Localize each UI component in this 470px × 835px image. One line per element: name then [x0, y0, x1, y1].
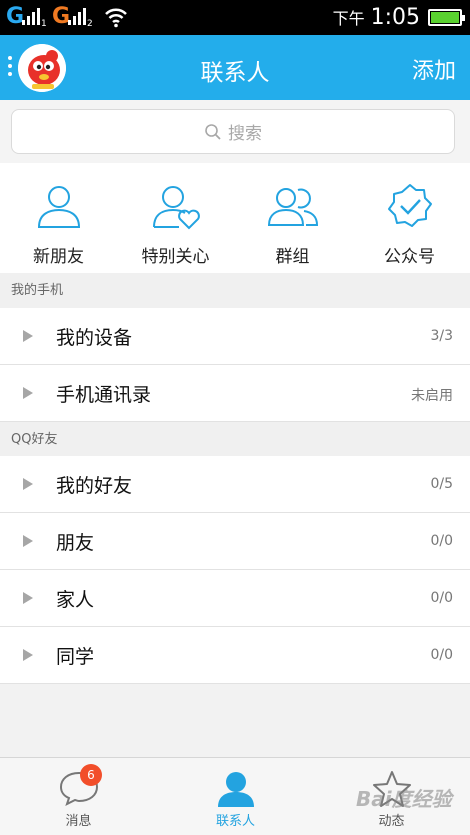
quick-action-official-accounts[interactable]: 公众号 [351, 163, 468, 273]
expand-arrow-icon [23, 387, 33, 399]
list-item-count: 0/5 [430, 476, 453, 492]
list-item-phone-contacts[interactable]: 手机通讯录 未启用 [0, 365, 470, 422]
clock-time: 1:05 [370, 5, 420, 30]
quick-action-label: 公众号 [384, 247, 435, 267]
star-icon [372, 771, 411, 807]
quick-action-label: 新朋友 [33, 247, 84, 267]
search-area: 搜索 [0, 100, 470, 163]
unread-badge: 6 [80, 764, 102, 786]
app-header: 联系人 添加 [0, 35, 470, 100]
person-icon [37, 186, 80, 228]
list-item-classmates[interactable]: 同学 0/0 [0, 627, 470, 684]
wifi-icon [105, 8, 127, 28]
sim-slot-label-1: 1 [41, 19, 47, 29]
list-item-name: 我的设备 [56, 327, 133, 349]
list-item-family[interactable]: 家人 0/0 [0, 570, 470, 627]
signal-strength-icon-1 [22, 8, 40, 25]
sim-slot-label-2: 2 [87, 19, 93, 29]
verified-badge-icon [387, 184, 432, 227]
expand-arrow-icon [23, 592, 33, 604]
bottom-tab-bar: 6 消息 联系人 动态 [0, 757, 470, 835]
list-item-name: 朋友 [56, 532, 95, 554]
group-header-my-phone: 我的手机 [0, 273, 470, 308]
list-item-my-devices[interactable]: 我的设备 3/3 [0, 308, 470, 365]
quick-action-label: 群组 [275, 247, 310, 267]
list-item-count: 0/0 [430, 647, 453, 663]
quick-action-label: 特别关心 [141, 247, 210, 267]
quick-action-new-friends[interactable]: 新朋友 [0, 163, 117, 273]
page-title: 联系人 [200, 60, 270, 86]
battery-icon [428, 9, 465, 26]
list-item-name: 同学 [56, 646, 95, 668]
quick-actions: 新朋友 特别关心 群组 公众号 [0, 163, 470, 273]
tab-messages[interactable]: 6 消息 [0, 758, 157, 835]
group-header-qq-friends: QQ好友 [0, 422, 470, 457]
search-input[interactable]: 搜索 [11, 109, 455, 154]
list-item-name: 手机通讯录 [56, 384, 152, 406]
contacts-person-icon [217, 772, 254, 807]
list-item-count: 0/0 [430, 533, 453, 549]
search-icon [205, 123, 221, 140]
clock-ampm: 下午 [332, 9, 365, 28]
person-heart-icon [152, 186, 200, 230]
list-item-friends[interactable]: 朋友 0/0 [0, 513, 470, 570]
clock: 下午 1:05 [333, 5, 420, 30]
list-item-name: 我的好友 [56, 475, 133, 497]
list-item-count: 未启用 [411, 388, 453, 404]
quick-action-groups[interactable]: 群组 [234, 163, 351, 273]
expand-arrow-icon [23, 330, 33, 342]
list-item-count: 0/0 [430, 590, 453, 606]
tab-label: 消息 [65, 814, 92, 829]
signal-strength-icon-2 [68, 8, 86, 25]
search-placeholder: 搜索 [228, 124, 262, 144]
add-button[interactable]: 添加 [412, 53, 456, 85]
expand-arrow-icon [23, 478, 33, 490]
list-item-name: 家人 [56, 589, 95, 611]
tab-feed[interactable]: 动态 [313, 758, 470, 835]
quick-action-special-care[interactable]: 特别关心 [117, 163, 234, 273]
list-item-count: 3/3 [430, 328, 453, 344]
tab-contacts[interactable]: 联系人 [157, 758, 314, 835]
status-bar: G 1 G 2 下午 1:05 [0, 0, 470, 35]
tab-label: 动态 [378, 814, 405, 829]
expand-arrow-icon [23, 535, 33, 547]
group-icon [267, 188, 318, 226]
list-item-my-friends[interactable]: 我的好友 0/5 [0, 456, 470, 513]
tab-label: 联系人 [215, 814, 255, 829]
expand-arrow-icon [23, 649, 33, 661]
